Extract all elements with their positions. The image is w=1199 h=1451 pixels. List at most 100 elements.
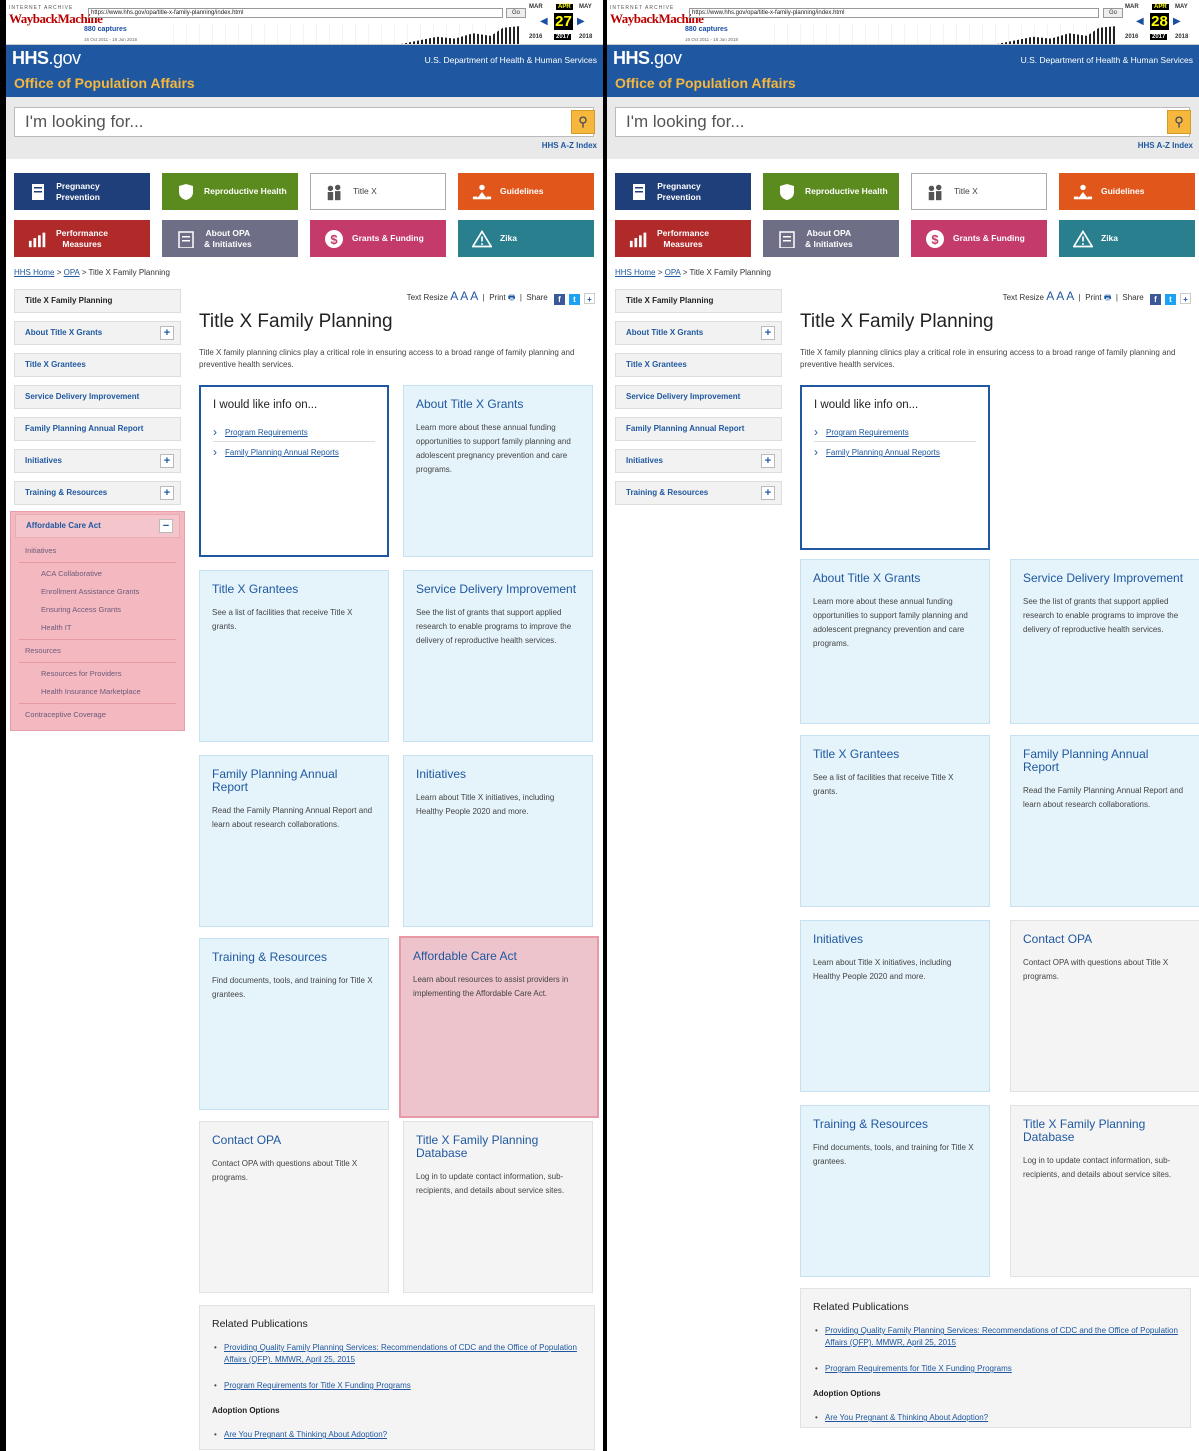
az-index-link[interactable]: HHS A-Z Index [542,141,597,150]
sidebar-item-title-x-grantees[interactable]: Title X Grantees [14,353,181,377]
department-name[interactable]: U.S. Department of Health & Human Servic… [425,55,597,65]
sidebar-item-about-title-x-grants[interactable]: About Title X Grants + [615,321,782,345]
sidebar-item-about-title-x-grants[interactable]: About Title X Grants + [14,321,181,345]
hhs-logo[interactable]: HHS.gov [12,48,81,69]
breadcrumb-hhs-home[interactable]: HHS Home [615,268,655,277]
expand-icon[interactable]: + [761,326,775,340]
sidebar-item-training[interactable]: Training & Resources + [615,481,782,505]
publication-link[interactable]: Are You Pregnant & Thinking About Adopti… [813,1412,1178,1424]
sidebar-item-initiatives[interactable]: Initiatives + [14,449,181,473]
sidebar-item-fpar[interactable]: Family Planning Annual Report [615,417,782,441]
aca-contraceptive-link[interactable]: Contraceptive Coverage [15,706,180,724]
next-month[interactable]: MAY [1175,4,1188,10]
wayback-logo[interactable]: INTERNET ARCHIVE WaybackMachine [9,5,103,37]
card-initiatives[interactable]: Initiatives Learn about Title X initiativ… [403,755,593,927]
search-button[interactable]: ⚲ [571,110,595,134]
publication-link[interactable]: Providing Quality Family Planning Servic… [813,1325,1178,1349]
captures-link[interactable]: 880 captures [84,26,127,33]
sidebar-item-title-x-family-planning[interactable]: Title X Family Planning [14,289,181,313]
aca-sub-link[interactable]: Health IT [15,619,180,637]
expand-icon[interactable]: + [761,454,775,468]
sidebar-item-title-x-family-planning[interactable]: Title X Family Planning [615,289,782,313]
prev-year[interactable]: 2016 [1125,34,1138,40]
prev-capture-icon[interactable]: ◀ [1136,16,1144,27]
tile-guidelines[interactable]: Guidelines [1059,173,1195,210]
expand-icon[interactable]: + [160,326,174,340]
card-about-title-x-grants[interactable]: About Title X Grants Learn more about the… [403,385,593,557]
tile-reproductive-health[interactable]: Reproductive Health [162,173,298,210]
tile-grants-funding[interactable]: $ Grants & Funding [310,220,446,257]
card-contact-opa[interactable]: Contact OPA Contact OPA with questions ab… [1010,920,1199,1092]
aca-sub-link[interactable]: ACA Collaborative [15,565,180,583]
wayback-go-button[interactable]: Go [1103,8,1123,18]
card-about-title-x-grants[interactable]: About Title X Grants Learn more about the… [800,559,990,724]
tile-reproductive-health[interactable]: Reproductive Health [763,173,899,210]
office-name[interactable]: Office of Population Affairs [14,75,195,91]
next-year[interactable]: 2018 [1175,34,1188,40]
tile-title-x[interactable]: Title X [911,173,1047,210]
prev-month[interactable]: MAR [1125,4,1139,10]
publication-link[interactable]: Program Requirements for Title X Funding… [813,1363,1178,1375]
next-capture-icon[interactable]: ▶ [1173,16,1181,27]
card-initiatives[interactable]: Initiatives Learn about Title X initiativ… [800,920,990,1092]
expand-icon[interactable]: + [160,486,174,500]
publication-link[interactable]: Providing Quality Family Planning Servic… [212,1342,582,1366]
sidebar-item-initiatives[interactable]: Initiatives + [615,449,782,473]
card-training[interactable]: Training & Resources Find documents, tool… [800,1105,990,1277]
office-name[interactable]: Office of Population Affairs [615,75,796,91]
card-title-x-grantees[interactable]: Title X Grantees See a list of facilities… [800,735,990,907]
card-training[interactable]: Training & Resources Find documents, tool… [199,938,389,1110]
wayback-logo[interactable]: INTERNET ARCHIVE WaybackMachine [610,5,704,37]
tile-guidelines[interactable]: Guidelines [458,173,594,210]
aca-sub-link[interactable]: Ensuring Access Grants [15,601,180,619]
next-capture-icon[interactable]: ▶ [577,16,585,27]
sidebar-item-training[interactable]: Training & Resources + [14,481,181,505]
wayback-url-input[interactable]: https://www.hhs.gov/opa/title-x-family-p… [689,8,1099,18]
az-index-link[interactable]: HHS A-Z Index [1138,141,1193,150]
aca-sub-link[interactable]: Health Insurance Marketplace [15,683,180,701]
card-service-delivery[interactable]: Service Delivery Improvement See the list… [1010,559,1199,724]
next-year[interactable]: 2018 [579,34,592,40]
print-link[interactable]: Print [489,293,505,302]
sidebar-item-aca[interactable]: Affordable Care Act − [15,514,180,538]
breadcrumb-opa[interactable]: OPA [665,268,681,277]
tile-about-opa[interactable]: About OPA & Initiatives [162,220,298,257]
hhs-logo[interactable]: HHS.gov [613,48,682,69]
next-month[interactable]: MAY [579,4,592,10]
aca-sub-link[interactable]: Enrollment Assistance Grants [15,583,180,601]
aca-sub-link[interactable]: Resources for Providers [15,665,180,683]
facebook-icon[interactable]: f [554,294,565,305]
printer-icon[interactable]: 🖶 [1104,293,1112,302]
department-name[interactable]: U.S. Department of Health & Human Servic… [1021,55,1193,65]
tile-title-x[interactable]: Title X [310,173,446,210]
prev-year[interactable]: 2016 [529,34,542,40]
card-database[interactable]: Title X Family Planning Database Log in t… [1010,1105,1199,1277]
print-link[interactable]: Print [1085,293,1101,302]
breadcrumb-opa[interactable]: OPA [64,268,80,277]
tile-performance-measures[interactable]: Performance Measures [14,220,150,257]
share-more-icon[interactable]: + [1180,293,1191,304]
text-resize-control[interactable]: A A A [1046,289,1074,303]
tile-about-opa[interactable]: About OPA & Initiatives [763,220,899,257]
tile-zika[interactable]: Zika [1059,220,1195,257]
program-requirements-link[interactable]: Program Requirements [213,422,375,442]
aca-resources-link[interactable]: Resources [15,642,180,660]
printer-icon[interactable]: 🖶 [508,293,516,302]
search-input[interactable] [14,107,594,137]
aca-initiatives-link[interactable]: Initiatives [15,542,180,560]
fpar-link[interactable]: Family Planning Annual Reports [814,442,976,461]
program-requirements-link[interactable]: Program Requirements [814,422,976,442]
prev-capture-icon[interactable]: ◀ [540,16,548,27]
tile-pregnancy-prevention[interactable]: Pregnancy Prevention [615,173,751,210]
card-title-x-grantees[interactable]: Title X Grantees See a list of facilities… [199,570,389,742]
fpar-link[interactable]: Family Planning Annual Reports [213,442,375,461]
sidebar-item-title-x-grantees[interactable]: Title X Grantees [615,353,782,377]
wayback-url-input[interactable]: https://www.hhs.gov/opa/title-x-family-p… [88,8,503,18]
publication-link[interactable]: Program Requirements for Title X Funding… [212,1380,582,1392]
twitter-icon[interactable]: t [1165,294,1176,305]
search-button[interactable]: ⚲ [1167,110,1191,134]
card-fpar[interactable]: Family Planning Annual Report Read the Fa… [199,755,389,927]
card-service-delivery[interactable]: Service Delivery Improvement See the list… [403,570,593,742]
facebook-icon[interactable]: f [1150,294,1161,305]
card-database[interactable]: Title X Family Planning Database Log in t… [403,1121,593,1293]
